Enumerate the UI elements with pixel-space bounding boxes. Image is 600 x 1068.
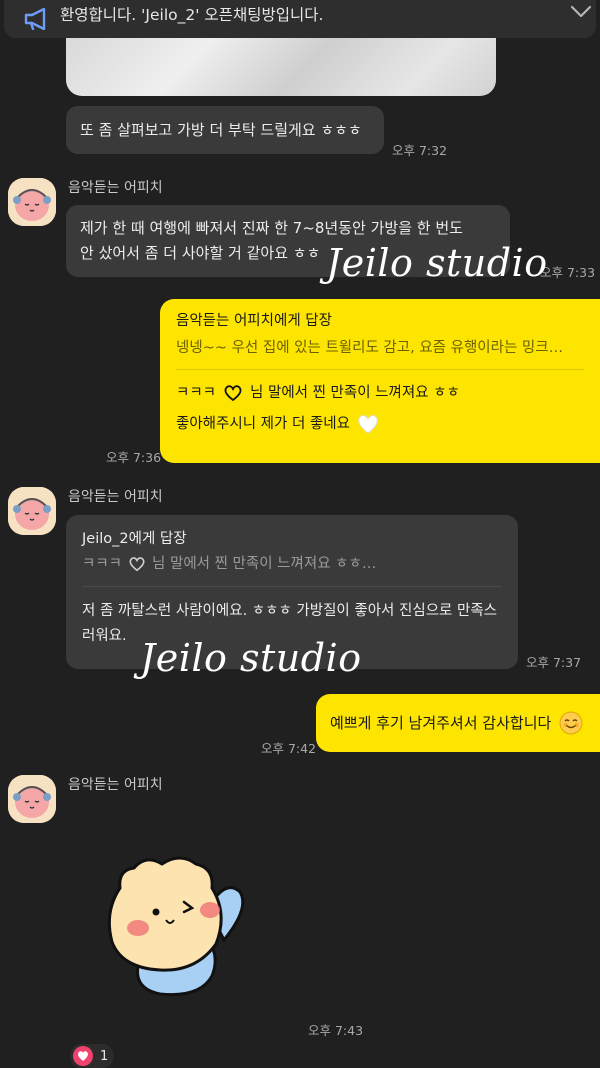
reaction-count: 1 <box>100 1048 109 1064</box>
message-bubble[interactable]: 또 좀 살펴보고 가방 더 부탁 드릴게요 ㅎㅎㅎ <box>66 106 384 154</box>
reply-target[interactable]: 음악듣는 어피치에게 답장 <box>176 309 584 334</box>
peach-avatar-icon <box>8 487 56 535</box>
watermark: Jeilo studio <box>326 241 548 285</box>
avatar[interactable] <box>8 487 56 535</box>
message-text: 또 좀 살펴보고 가방 더 부탁 드릴게요 ㅎㅎㅎ <box>80 121 362 139</box>
message-time: 오후 7:33 <box>540 265 596 280</box>
message-time: 오후 7:43 <box>308 1023 364 1038</box>
message-text: 좋아해주시니 제가 더 좋네요 <box>176 415 350 432</box>
sender-name: 음악듣는 어피치 <box>68 489 163 505</box>
notice-bar[interactable]: 환영합니다. 'Jeilo_2' 오픈채팅방입니다. <box>4 0 596 38</box>
photo-message[interactable] <box>66 38 496 96</box>
watermark: Jeilo studio <box>140 636 362 680</box>
bear-sticker[interactable] <box>100 848 250 998</box>
message-line: ㅋㅋㅋ 님 말에서 찐 만족이 느껴져요 ㅎㅎ <box>176 380 584 406</box>
message-time: 오후 7:32 <box>392 143 448 158</box>
sender-name: 음악듣는 어피치 <box>68 180 163 196</box>
reply-snippet-text: ㅋㅋㅋ <box>82 555 123 572</box>
reply-snippet-text: 님 말에서 찐 만족이 느껴져요 ㅎㅎ… <box>152 555 377 572</box>
reply-target[interactable]: Jeilo_2에게 답장 <box>82 527 502 552</box>
message-time: 오후 7:37 <box>526 655 582 670</box>
message-time: 오후 7:42 <box>261 741 317 756</box>
megaphone-icon <box>24 8 46 30</box>
chevron-down-icon[interactable] <box>570 5 592 19</box>
peach-avatar-icon <box>8 178 56 226</box>
heart-outline-icon <box>224 385 242 402</box>
reaction-badge[interactable]: 1 <box>70 1044 114 1068</box>
sender-name: 음악듣는 어피치 <box>68 777 163 793</box>
smiling-face-icon <box>559 711 583 735</box>
heart-outline-icon <box>129 557 145 572</box>
message-line: 제가 한 때 여행에 빠져서 진짜 한 7~8년동안 가방을 한 번도 <box>80 219 463 237</box>
peach-avatar-icon <box>8 775 56 823</box>
message-text: ㅋㅋㅋ <box>176 384 217 401</box>
message-bubble[interactable]: 예쁘게 후기 남겨주셔서 감사합니다 <box>316 694 600 752</box>
reply-snippet: ㅋㅋㅋ 님 말에서 찐 만족이 느껴져요 ㅎㅎ… <box>82 552 502 576</box>
message-text: 예쁘게 후기 남겨주셔서 감사합니다 <box>330 713 552 732</box>
avatar[interactable] <box>8 178 56 226</box>
reply-divider <box>176 369 584 370</box>
heart-reaction-icon <box>73 1046 93 1066</box>
reply-divider <box>82 586 502 587</box>
message-line: 저 좀 까탈스런 사람이에요. ㅎㅎㅎ 가방질이 좋아서 진심으로 만족스 <box>82 603 497 619</box>
message-line: 좋아해주시니 제가 더 좋네요 <box>176 410 584 438</box>
message-text: 님 말에서 찐 만족이 느껴져요 ㅎㅎ <box>250 384 460 401</box>
white-heart-icon <box>358 415 378 434</box>
reply-bubble[interactable]: 음악듣는 어피치에게 답장 넹넹~~ 우선 집에 있는 트윌리도 감고, 요즘 … <box>160 299 600 463</box>
message-time: 오후 7:36 <box>106 450 162 465</box>
notice-text: 환영합니다. 'Jeilo_2' 오픈채팅방입니다. <box>60 6 324 24</box>
avatar[interactable] <box>8 775 56 823</box>
reply-snippet: 넹넹~~ 우선 집에 있는 트윌리도 감고, 요즘 유행이라는 밍크… <box>176 340 564 356</box>
